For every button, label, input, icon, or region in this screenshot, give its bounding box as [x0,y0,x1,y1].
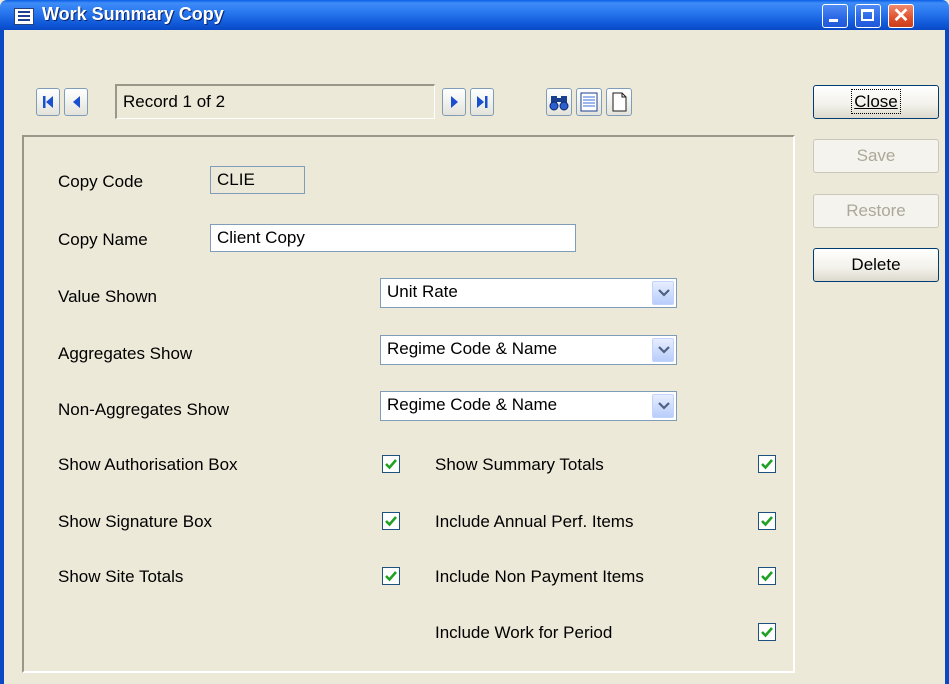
include-work-for-period-label: Include Work for Period [435,623,613,642]
checkmark-icon [761,627,773,638]
chevron-down-icon[interactable] [652,394,674,418]
non-aggregates-show-select[interactable]: Regime Code & Name [380,391,677,421]
copy-code-label: Copy Code [58,172,144,191]
window-icon[interactable] [14,8,34,25]
minimize-button[interactable] [822,4,848,28]
maximize-icon [861,9,874,21]
show-site-totals-label: Show Site Totals [58,567,184,586]
copy-name-label: Copy Name [58,230,148,249]
record-indicator: Record 1 of 2 [115,84,435,119]
checkmark-icon [385,571,397,582]
checkmark-icon [761,516,773,527]
list-view-button[interactable] [576,88,602,116]
chevron-down-icon[interactable] [652,281,674,305]
next-record-icon [451,96,458,108]
window-frame-right [945,30,949,684]
value-shown-value: Unit Rate [387,282,458,301]
value-shown-label: Value Shown [58,287,157,306]
close-icon: ✕ [892,5,910,27]
chevron-down-icon[interactable] [652,338,674,362]
include-work-for-period-checkbox[interactable] [758,623,776,641]
include-non-payment-items-label: Include Non Payment Items [435,567,644,586]
new-document-icon [612,92,627,112]
restore-button-label: Restore [846,201,906,220]
show-authorisation-box-checkbox[interactable] [382,455,400,473]
show-authorisation-box-label: Show Authorisation Box [58,455,238,474]
value-shown-select[interactable]: Unit Rate [380,278,677,308]
first-record-icon [43,96,53,108]
copy-code-field[interactable]: CLIE [210,166,305,194]
save-button[interactable]: Save [813,139,939,173]
find-button[interactable] [546,88,572,116]
record-indicator-text: Record 1 of 2 [123,92,226,111]
aggregates-show-label: Aggregates Show [58,344,193,363]
restore-button[interactable]: Restore [813,194,939,228]
include-non-payment-items-checkbox[interactable] [758,567,776,585]
previous-record-icon [73,96,80,108]
last-record-icon [477,96,488,108]
list-icon [580,92,598,112]
first-record-button[interactable] [36,88,60,116]
maximize-button[interactable] [855,4,881,28]
new-record-button[interactable] [606,88,632,116]
aggregates-show-value: Regime Code & Name [387,339,558,358]
show-summary-totals-checkbox[interactable] [758,455,776,473]
minimize-icon [829,19,838,22]
close-window-button[interactable]: ✕ [888,4,914,28]
delete-button-label: Delete [851,255,901,274]
checkmark-icon [385,459,397,470]
previous-record-button[interactable] [64,88,88,116]
next-record-button[interactable] [442,88,466,116]
include-annual-perf-items-checkbox[interactable] [758,512,776,530]
checkmark-icon [761,459,773,470]
non-aggregates-show-value: Regime Code & Name [387,395,558,414]
copy-name-field[interactable]: Client Copy [210,224,576,252]
show-summary-totals-label: Show Summary Totals [435,455,604,474]
show-site-totals-checkbox[interactable] [382,567,400,585]
last-record-button[interactable] [470,88,494,116]
close-button[interactable]: Close [813,85,939,119]
non-aggregates-show-label: Non-Aggregates Show [58,400,230,419]
save-button-label: Save [856,146,896,165]
close-button-label: Close [851,89,901,114]
window-title: Work Summary Copy [42,4,224,24]
aggregates-show-select[interactable]: Regime Code & Name [380,335,677,365]
window-frame-left [0,30,4,684]
checkmark-icon [385,516,397,527]
checkmark-icon [761,571,773,582]
show-signature-box-label: Show Signature Box [58,512,213,531]
title-bar[interactable]: Work Summary Copy ✕ [0,0,949,30]
delete-button[interactable]: Delete [813,248,939,282]
include-annual-perf-items-label: Include Annual Perf. Items [435,512,634,531]
binoculars-icon [549,96,569,111]
show-signature-box-checkbox[interactable] [382,512,400,530]
